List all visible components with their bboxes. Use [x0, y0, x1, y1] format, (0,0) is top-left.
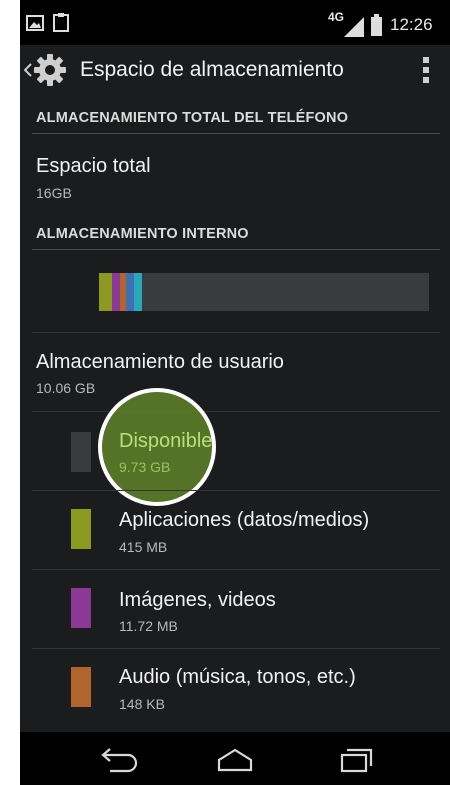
total-space-title: Espacio total: [36, 155, 151, 177]
images-title: Imágenes, videos: [119, 589, 276, 611]
navigation-bar: [20, 732, 450, 785]
user-storage-item: Almacenamiento de usuario 10.06 GB: [20, 333, 450, 411]
back-chevron-icon: [24, 63, 32, 77]
recents-icon: [340, 748, 373, 773]
storage-bar-segment-downloads: [126, 273, 134, 311]
back-icon: [101, 748, 138, 773]
signal-icon: [344, 17, 364, 37]
color-swatch: [71, 667, 91, 707]
action-bar: Espacio de almacenamiento: [20, 45, 450, 95]
apps-title: Aplicaciones (datos/medios): [119, 509, 370, 531]
recents-button[interactable]: [325, 742, 385, 776]
section-divider: [32, 249, 440, 250]
user-storage-title: Almacenamiento de usuario: [36, 351, 284, 373]
list-item-audio[interactable]: Audio (música, tonos, etc.) 148 KB: [20, 649, 450, 727]
list-item-images[interactable]: Imágenes, videos 11.72 MB: [20, 570, 450, 648]
color-swatch: [71, 432, 91, 472]
clipboard-notification-icon: [53, 13, 69, 32]
storage-usage-bar: [99, 273, 429, 311]
image-notification-icon: [26, 15, 44, 31]
list-item-available[interactable]: [20, 412, 450, 490]
up-navigation-button[interactable]: [20, 45, 75, 95]
section-header-internal-label: ALMACENAMIENTO INTERNO: [36, 226, 249, 242]
apps-value: 415 MB: [119, 539, 168, 555]
storage-bar-segment-images: [112, 273, 120, 311]
audio-title: Audio (música, tonos, etc.): [119, 666, 356, 688]
section-header-total-label: ALMACENAMIENTO TOTAL DEL TELÉFONO: [36, 110, 349, 126]
clock: 12:26: [390, 15, 433, 34]
user-storage-value: 10.06 GB: [36, 380, 96, 396]
section-header-total: ALMACENAMIENTO TOTAL DEL TELÉFONO: [20, 104, 450, 134]
section-divider: [32, 133, 440, 134]
overflow-menu-button[interactable]: [415, 53, 439, 87]
storage-bar-segment-apps: [99, 273, 112, 311]
home-button[interactable]: [205, 742, 265, 776]
total-space-value: 16GB: [36, 185, 72, 201]
back-button[interactable]: [90, 742, 150, 776]
screen-title: Espacio de almacenamiento: [80, 58, 344, 81]
settings-gear-icon: [34, 54, 66, 86]
battery-icon: [371, 14, 382, 36]
available-value: 9.73 GB: [119, 459, 171, 475]
color-swatch: [71, 509, 91, 549]
list-item-apps[interactable]: Aplicaciones (datos/medios) 415 MB: [20, 491, 450, 569]
audio-value: 148 KB: [119, 696, 165, 712]
total-space-item: Espacio total 16GB: [20, 135, 450, 215]
color-swatch: [71, 588, 91, 628]
storage-bar-segment-misc: [134, 273, 142, 311]
network-type: 4G: [328, 10, 345, 24]
home-icon: [217, 748, 253, 772]
available-title: Disponible: [119, 430, 213, 452]
images-value: 11.72 MB: [119, 618, 178, 634]
overflow-menu-icon: [423, 57, 429, 83]
status-bar: 4G 12:26: [20, 0, 450, 45]
section-header-internal: ALMACENAMIENTO INTERNO: [20, 220, 450, 250]
phone-screen: 4G 12:26 Espacio de almacenamiento ALMAC…: [20, 0, 450, 785]
